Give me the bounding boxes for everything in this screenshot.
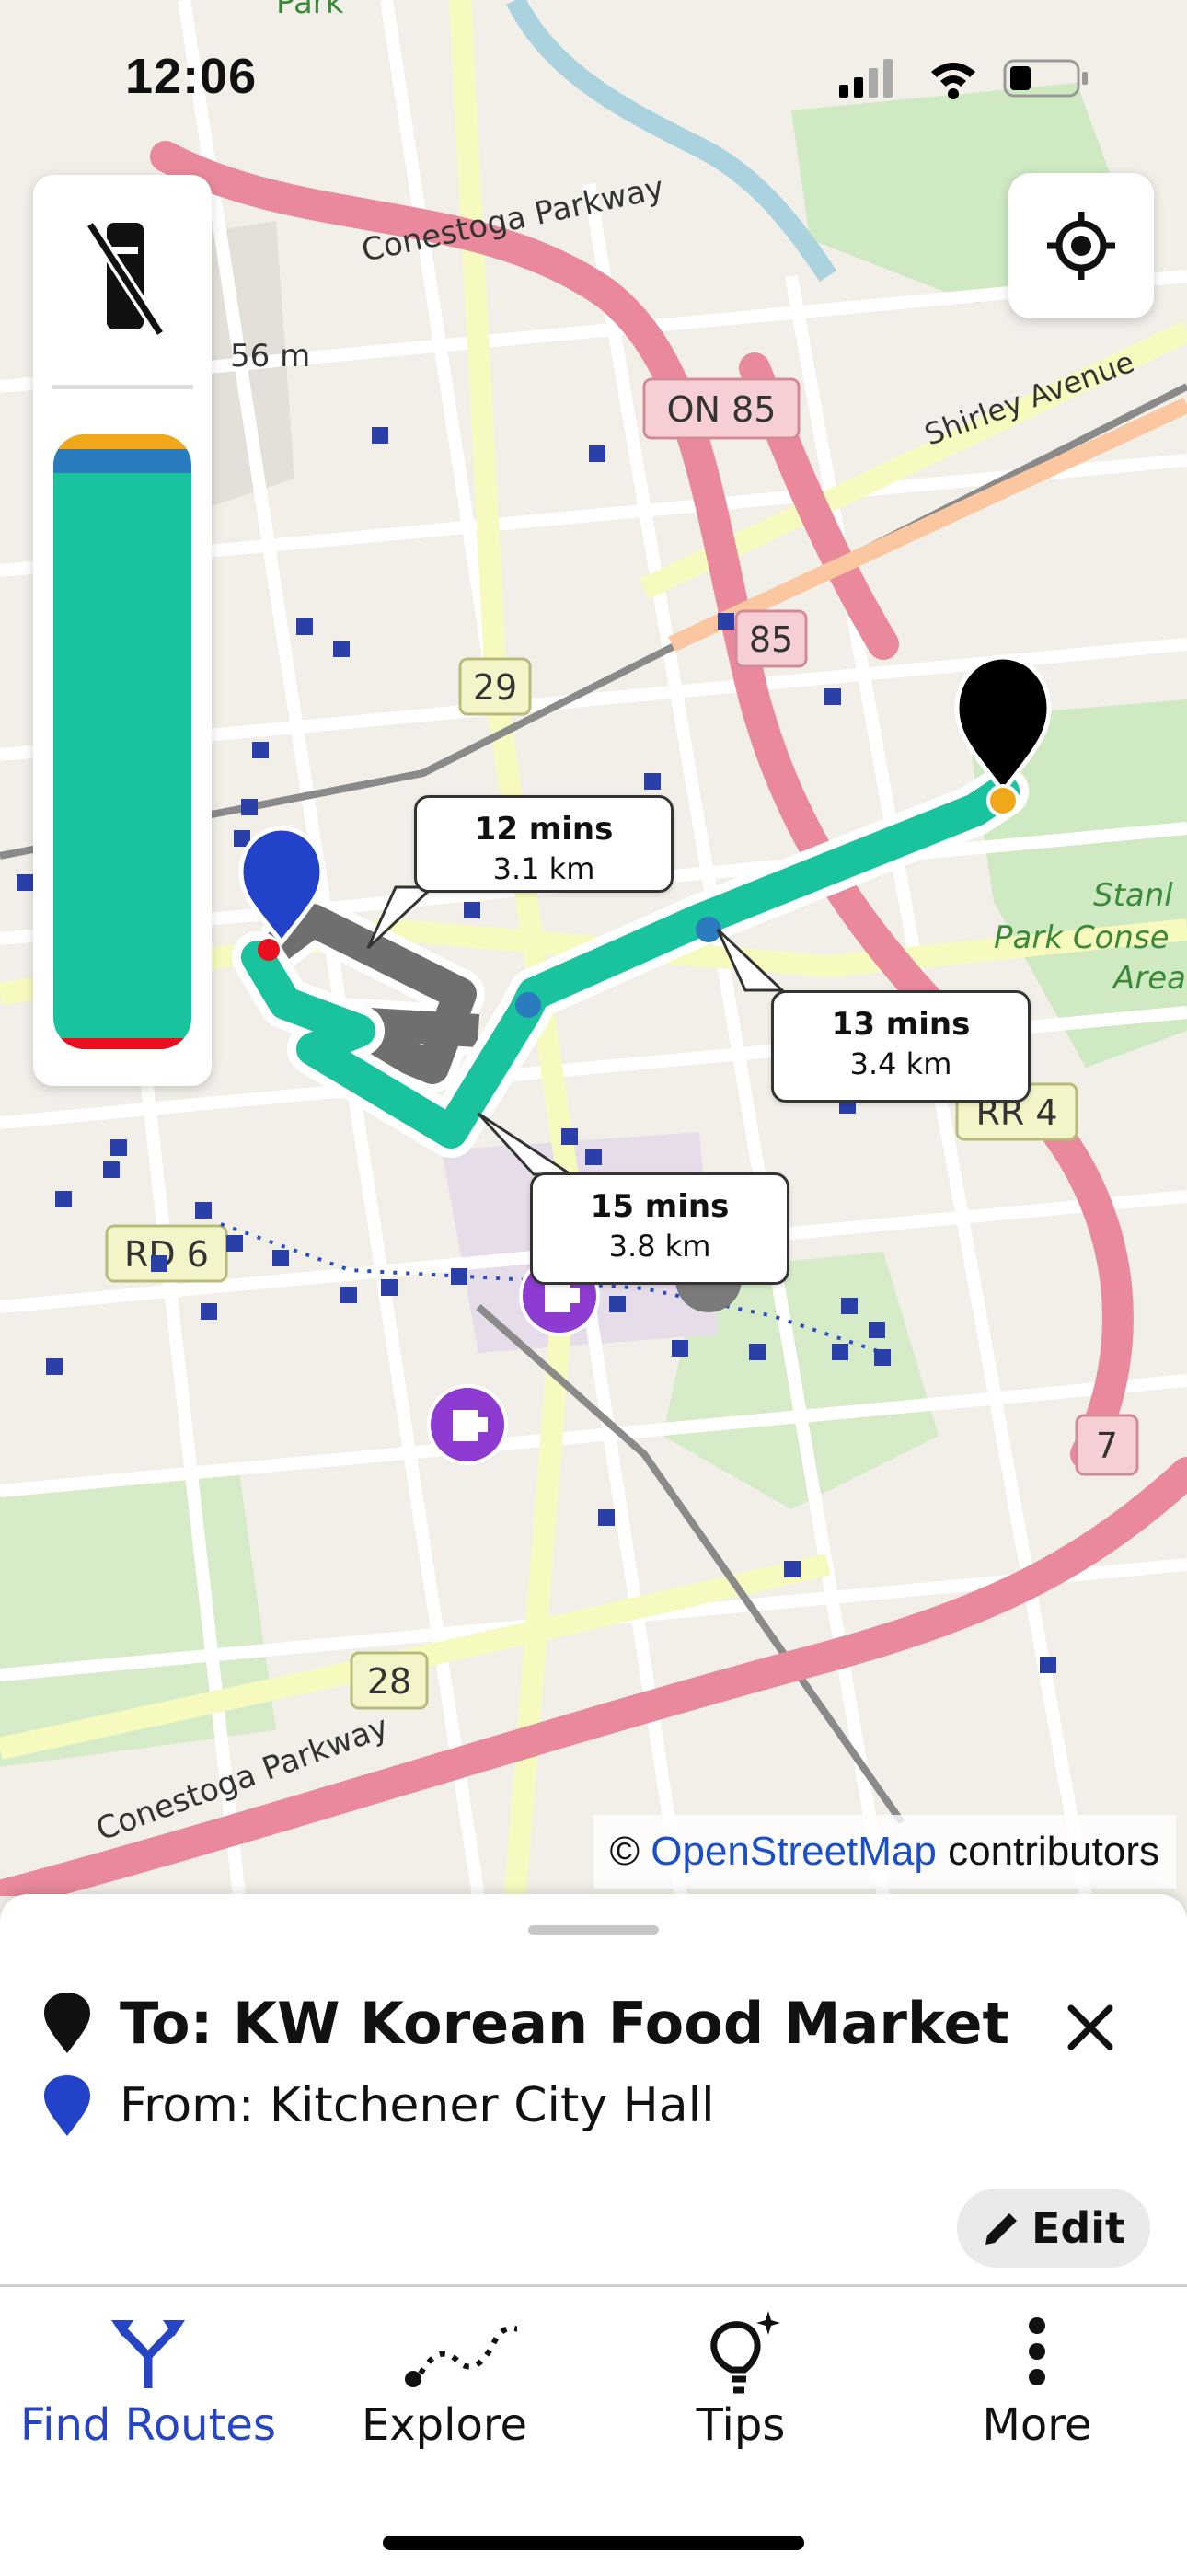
home-indicator[interactable]	[383, 2536, 804, 2550]
elevation-label: 56 m	[230, 338, 310, 375]
route-shield: 85	[749, 619, 793, 660]
close-icon[interactable]	[1058, 1995, 1123, 2060]
tab-bar: Find Routes Explore Tips More	[0, 2284, 1187, 2576]
tab-tips[interactable]: Tips	[593, 2287, 889, 2508]
tab-label: Find Routes	[20, 2399, 276, 2451]
route-shield: 29	[473, 667, 517, 708]
park-label: Area	[1112, 960, 1186, 997]
destination-row[interactable]: To: KW Korean Food Market	[42, 1986, 1009, 2060]
route-shield: 7	[1096, 1426, 1118, 1466]
route-sheet: To: KW Korean Food Market From: Kitchene…	[0, 1894, 1187, 2284]
cellular-signal-icon	[839, 59, 893, 98]
fork-arrows-icon	[111, 2320, 185, 2388]
route-option-bubble[interactable]: 13 mins 3.4 km	[771, 990, 1031, 1103]
route-node	[515, 992, 541, 1018]
route-shield: 28	[367, 1661, 411, 1702]
status-icons	[839, 59, 1088, 99]
destination-pin-icon	[44, 1993, 90, 2053]
park-label: Park	[276, 0, 344, 21]
origin-label: From: Kitchener City Hall	[120, 2078, 715, 2133]
level-panel[interactable]	[33, 175, 212, 1086]
route-time: 13 mins	[831, 1006, 971, 1043]
sheet-grabber[interactable]	[528, 1925, 659, 1935]
route-distance: 3.8 km	[608, 1229, 711, 1264]
locate-me-button[interactable]	[1008, 173, 1154, 318]
destination-label: To: KW Korean Food Market	[120, 1989, 1010, 2057]
status-time: 12:06	[125, 49, 258, 104]
tab-label: More	[982, 2399, 1092, 2451]
park-label: Park Conse	[994, 919, 1170, 956]
pencil-icon	[985, 2213, 1017, 2245]
park-label: Stanl	[1093, 877, 1173, 914]
route-time: 15 mins	[590, 1188, 730, 1225]
lightbulb-sparkle-icon	[710, 2311, 780, 2394]
tab-explore[interactable]: Explore	[296, 2287, 593, 2508]
route-time: 12 mins	[474, 811, 614, 848]
route-distance: 3.1 km	[492, 851, 595, 886]
battery-icon	[1003, 59, 1088, 98]
tab-label: Tips	[696, 2399, 786, 2451]
route-shield: ON 85	[667, 389, 777, 430]
tab-label: Explore	[361, 2399, 528, 2451]
openstreetmap-link[interactable]: OpenStreetMap	[651, 1829, 937, 1874]
tab-more[interactable]: More	[889, 2287, 1185, 2508]
level-bar	[53, 434, 191, 1049]
origin-pin-icon	[44, 2075, 90, 2136]
crosshair-icon	[1047, 212, 1115, 280]
attribution-suffix: contributors	[948, 1829, 1159, 1874]
vertical-dots-icon	[1029, 2317, 1045, 2385]
edit-button[interactable]: Edit	[957, 2189, 1150, 2268]
edit-label: Edit	[1031, 2203, 1126, 2253]
route-distance: 3.4 km	[849, 1046, 952, 1081]
route-option-bubble[interactable]: 15 mins 3.8 km	[530, 1172, 789, 1285]
map-attribution: © OpenStreetMap contributors	[593, 1815, 1176, 1889]
tab-find-routes[interactable]: Find Routes	[0, 2287, 296, 2508]
level-segment-blue	[53, 449, 191, 473]
panel-divider	[52, 385, 193, 389]
level-segment-orange	[53, 434, 191, 449]
no-phone-icon[interactable]	[83, 219, 166, 339]
origin-row[interactable]: From: Kitchener City Hall	[42, 2069, 715, 2143]
dotted-path-icon	[405, 2325, 517, 2387]
wifi-icon	[931, 63, 975, 99]
copyright-symbol: ©	[609, 1829, 640, 1874]
level-segment-red	[53, 1038, 191, 1049]
route-option-bubble[interactable]: 12 mins 3.1 km	[414, 795, 674, 893]
